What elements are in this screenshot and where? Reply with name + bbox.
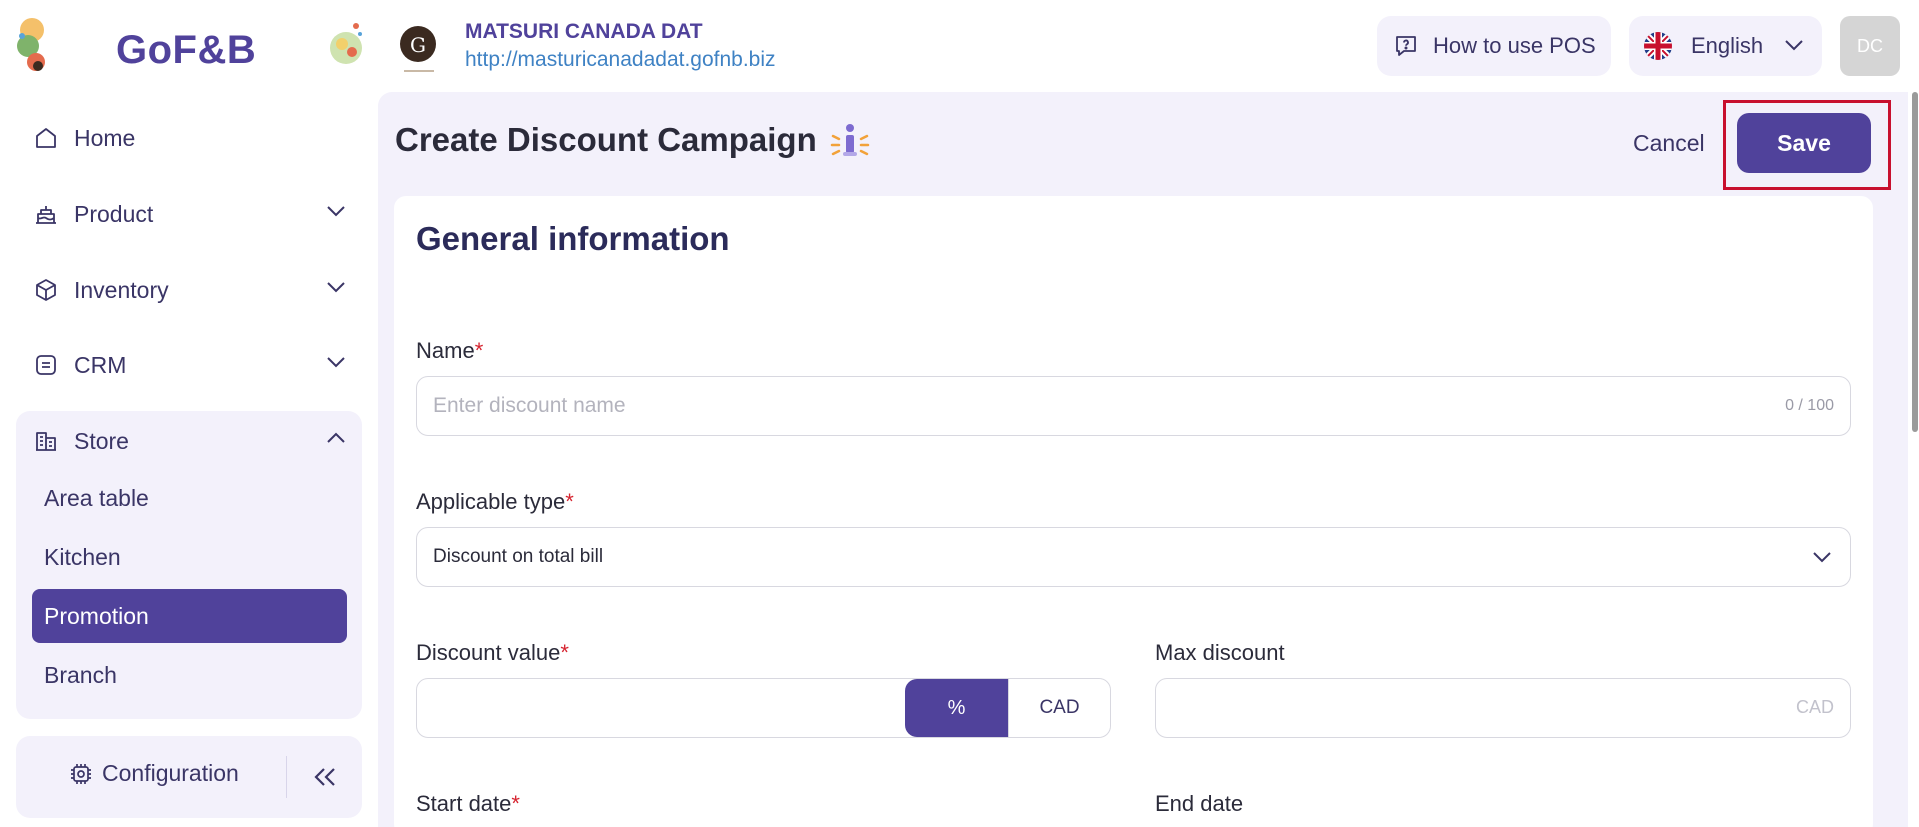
how-to-use-pos-label: How to use POS <box>1433 33 1596 58</box>
sidebar-item-label: Inventory <box>74 276 169 303</box>
applicable-type-value: Discount on total bill <box>433 546 604 567</box>
sidebar-item-inventory[interactable]: Inventory <box>16 260 362 320</box>
store-url-link[interactable]: http://masturicanadadat.gofnb.biz <box>465 48 776 72</box>
sidebar-item-home[interactable]: Home <box>16 108 362 168</box>
page-title-text: Create Discount Campaign <box>395 121 817 158</box>
page-scrollbar[interactable] <box>1912 92 1918 432</box>
box-icon <box>32 276 60 304</box>
max-discount-label: Max discount <box>1155 640 1285 665</box>
collapse-sidebar-button[interactable] <box>308 762 342 792</box>
discount-name-input[interactable]: Enter discount name 0 / 100 <box>416 376 1851 436</box>
sidebar-subitem-area-table[interactable]: Area table <box>32 471 347 525</box>
discount-unit-toggle: % CAD <box>905 679 1110 737</box>
double-chevron-left-icon <box>314 768 335 786</box>
brand-logo[interactable]: GoF&B <box>14 14 364 76</box>
help-chat-icon <box>1396 36 1416 56</box>
discount-value-label: Discount value* <box>416 640 569 666</box>
applicable-type-label: Applicable type* <box>416 489 574 515</box>
store-logo-icon: G <box>400 26 436 72</box>
sidebar: Home Product Inventory CRM Store Area ta… <box>0 92 378 827</box>
brand-name: GoF&B <box>116 28 257 72</box>
uk-flag-icon <box>1644 32 1672 60</box>
max-discount-unit: CAD <box>1795 697 1834 717</box>
applicable-type-select[interactable]: Discount on total bill <box>416 527 1851 587</box>
applicable-type-label-text: Applicable type <box>416 489 566 514</box>
start-date-label: Start date* <box>416 791 520 817</box>
configuration-label: Configuration <box>102 760 239 786</box>
how-to-use-pos-button[interactable]: How to use POS <box>1377 16 1611 76</box>
store-icon <box>32 427 60 455</box>
discount-name-placeholder: Enter discount name <box>433 394 626 417</box>
configuration-button[interactable]: Configuration <box>68 760 239 787</box>
store-name: MATSURI CANADA DAT <box>465 20 703 43</box>
chevron-down-icon <box>1785 40 1803 51</box>
sidebar-item-product[interactable]: Product <box>16 184 362 244</box>
page-title: Create Discount Campaign <box>395 120 873 160</box>
name-label-text: Name <box>416 338 475 363</box>
required-mark: * <box>560 640 569 665</box>
chevron-down-icon <box>1813 552 1831 563</box>
start-date-label-text: Start date <box>416 791 512 816</box>
main-content: Create Discount Campaign Cancel Save Gen… <box>378 92 1908 827</box>
language-selector[interactable]: English <box>1629 16 1822 76</box>
discount-value-input[interactable]: % CAD <box>416 678 1111 738</box>
required-mark: * <box>565 489 574 514</box>
sidebar-item-label: Store <box>74 427 129 454</box>
chevron-down-icon <box>327 206 345 217</box>
section-title: General information <box>416 220 730 257</box>
chevron-up-icon <box>327 432 345 443</box>
salad-decoration-icon <box>330 23 362 64</box>
max-discount-input[interactable]: CAD <box>1155 678 1851 738</box>
sidebar-subitem-promotion[interactable]: Promotion <box>32 589 347 643</box>
user-avatar[interactable]: DC <box>1840 16 1900 76</box>
sidebar-subitem-branch[interactable]: Branch <box>32 648 347 702</box>
store-submenu: Store Area table Kitchen Promotion Branc… <box>16 411 362 719</box>
name-label: Name* <box>416 338 483 364</box>
sidebar-item-store[interactable]: Store <box>16 411 362 471</box>
sidebar-footer: Configuration <box>16 736 362 818</box>
food-decoration-icon <box>17 18 45 71</box>
end-date-label: End date <box>1155 791 1244 816</box>
home-icon <box>32 124 60 152</box>
save-button[interactable]: Save <box>1737 113 1871 173</box>
info-icon[interactable] <box>827 120 873 160</box>
percent-unit-option[interactable]: % <box>905 679 1008 737</box>
character-counter: 0 / 100 <box>1785 397 1834 414</box>
svg-text:G: G <box>410 33 426 57</box>
language-label: English <box>1691 33 1764 58</box>
sidebar-item-label: CRM <box>74 351 127 378</box>
cad-unit-option[interactable]: CAD <box>1008 679 1110 737</box>
required-mark: * <box>474 338 484 363</box>
cancel-button[interactable]: Cancel <box>1633 130 1705 157</box>
chevron-down-icon <box>327 282 345 293</box>
divider <box>286 756 287 798</box>
discount-value-label-text: Discount value <box>416 640 561 665</box>
required-mark: * <box>511 791 520 816</box>
sidebar-subitem-kitchen[interactable]: Kitchen <box>32 530 347 584</box>
sidebar-item-crm[interactable]: CRM <box>16 335 362 395</box>
settings-chip-icon <box>71 763 91 784</box>
chevron-down-icon <box>327 357 345 368</box>
crm-icon <box>32 351 60 379</box>
cake-icon <box>32 200 60 228</box>
sidebar-item-label: Home <box>74 124 136 151</box>
general-information-card: General information Name* Enter discount… <box>394 196 1873 827</box>
sidebar-item-label: Product <box>74 200 154 227</box>
top-bar: GoF&B G MATSURI CANADA DAT http://mastur… <box>0 0 1919 92</box>
